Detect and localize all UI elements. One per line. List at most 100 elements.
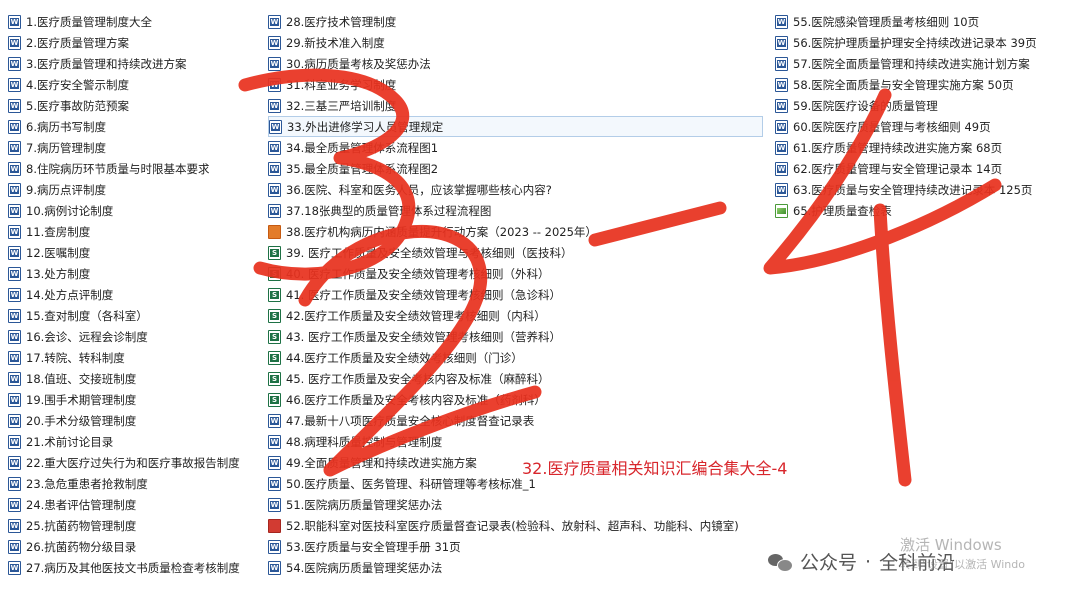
file-item[interactable]: 55.医院感染管理质量考核细则 10页 (775, 11, 1065, 32)
file-name: 24.患者评估管理制度 (26, 497, 137, 512)
file-item[interactable]: 4.医疗安全警示制度 (8, 74, 263, 95)
watermark-separator: · (865, 550, 872, 573)
file-item[interactable]: 65.护理质量查检表 (775, 200, 1065, 221)
file-item[interactable]: 23.急危重患者抢救制度 (8, 473, 263, 494)
file-item[interactable]: 36.医院、科室和医务人员，应该掌握哪些核心内容? (268, 179, 763, 200)
file-item[interactable]: 11.查房制度 (8, 221, 263, 242)
word-icon (8, 455, 21, 470)
wechat-icon (768, 552, 793, 572)
file-item[interactable]: 42.医疗工作质量及安全绩效管理考核细则（内科） (268, 305, 763, 326)
file-item[interactable]: 16.会诊、远程会诊制度 (8, 326, 263, 347)
file-item[interactable]: 30.病历质量考核及奖惩办法 (268, 53, 763, 74)
file-item[interactable]: 19.围手术期管理制度 (8, 389, 263, 410)
file-name: 51.医院病历质量管理奖惩办法 (286, 497, 443, 512)
excel-icon (268, 371, 281, 386)
file-item[interactable]: 38.医疗机构病历内涵质量提升行动方案（2023 -- 2025年） (268, 221, 763, 242)
file-name: 1.医疗质量管理制度大全 (26, 14, 152, 29)
file-item[interactable]: 12.医嘱制度 (8, 242, 263, 263)
file-item[interactable]: 25.抗菌药物管理制度 (8, 515, 263, 536)
file-item[interactable]: 62.医疗质量管理与安全管理记录本 14页 (775, 158, 1065, 179)
file-name: 14.处方点评制度 (26, 287, 114, 302)
file-item[interactable]: 61.医疗质量管理持续改进实施方案 68页 (775, 137, 1065, 158)
file-item[interactable]: 21.术前讨论目录 (8, 431, 263, 452)
file-item[interactable]: 54.医院病历质量管理奖惩办法 (268, 557, 763, 578)
file-item[interactable]: 44.医疗工作质量及安全绩效考核细则（门诊） (268, 347, 763, 368)
file-item[interactable]: 47.最新十八项医疗质量安全核心制度督查记录表 (268, 410, 763, 431)
file-item[interactable]: 51.医院病历质量管理奖惩办法 (268, 494, 763, 515)
file-item[interactable]: 2.医疗质量管理方案 (8, 32, 263, 53)
file-item[interactable]: 60.医院医疗质量管理与考核细则 49页 (775, 116, 1065, 137)
file-item[interactable]: 24.患者评估管理制度 (8, 494, 263, 515)
file-item[interactable]: 63.医疗质量与安全管理持续改进记录本 125页 (775, 179, 1065, 200)
file-item[interactable]: 48.病理科质量控制与管理制度 (268, 431, 763, 452)
word-icon (268, 413, 281, 428)
file-name: 17.转院、转科制度 (26, 350, 125, 365)
file-item[interactable]: 35.最全质量管理体系流程图2 (268, 158, 763, 179)
file-item[interactable]: 45. 医疗工作质量及安全考核内容及标准（麻醉科） (268, 368, 763, 389)
word-icon (8, 539, 21, 554)
file-item[interactable]: 39. 医疗工作质量及安全绩效管理与考核细则（医技科） (268, 242, 763, 263)
file-item[interactable]: 1.医疗质量管理制度大全 (8, 11, 263, 32)
word-icon (268, 98, 281, 113)
file-item[interactable]: 27.病历及其他医技文书质量检查考核制度 (8, 557, 263, 578)
file-item[interactable]: 26.抗菌药物分级目录 (8, 536, 263, 557)
file-item[interactable]: 29.新技术准入制度 (268, 32, 763, 53)
file-item[interactable]: 53.医疗质量与安全管理手册 31页 (268, 536, 763, 557)
file-item[interactable]: 32.三基三严培训制度 (268, 95, 763, 116)
file-item[interactable]: 5.医疗事故防范预案 (8, 95, 263, 116)
file-item[interactable]: 10.病例讨论制度 (8, 200, 263, 221)
word-icon (268, 77, 281, 92)
file-item[interactable]: 37.18张典型的质量管理体系过程流程图 (268, 200, 763, 221)
file-name: 25.抗菌药物管理制度 (26, 518, 137, 533)
file-item[interactable]: 8.住院病历环节质量与时限基本要求 (8, 158, 263, 179)
file-name: 31.科室业务学习制度 (286, 77, 397, 92)
file-item[interactable]: 43. 医疗工作质量及安全绩效管理考核细则（营养科） (268, 326, 763, 347)
file-item[interactable]: 7.病历管理制度 (8, 137, 263, 158)
file-item[interactable]: 34.最全质量管理体系流程图1 (268, 137, 763, 158)
file-name: 33.外出进修学习人员管理规定 (287, 119, 444, 134)
file-item[interactable]: 57.医院全面质量管理和持续改进实施计划方案 (775, 53, 1065, 74)
word-icon (268, 203, 281, 218)
file-name: 55.医院感染管理质量考核细则 10页 (793, 14, 980, 29)
word-icon (268, 476, 281, 491)
file-item[interactable]: 15.查对制度（各科室） (8, 305, 263, 326)
file-name: 22.重大医疗过失行为和医疗事故报告制度 (26, 455, 240, 470)
file-item[interactable]: 46.医疗工作质量及安全考核内容及标准（药剂科） (268, 389, 763, 410)
file-item[interactable]: 9.病历点评制度 (8, 179, 263, 200)
file-name: 58.医院全面质量与安全管理实施方案 50页 (793, 77, 1014, 92)
file-name: 47.最新十八项医疗质量安全核心制度督查记录表 (286, 413, 535, 428)
file-name: 44.医疗工作质量及安全绩效考核细则（门诊） (286, 350, 523, 365)
file-name: 42.医疗工作质量及安全绩效管理考核细则（内科） (286, 308, 546, 323)
file-name: 8.住院病历环节质量与时限基本要求 (26, 161, 210, 176)
file-name: 39. 医疗工作质量及安全绩效管理与考核细则（医技科） (286, 245, 573, 260)
word-icon (268, 182, 281, 197)
file-item[interactable]: 58.医院全面质量与安全管理实施方案 50页 (775, 74, 1065, 95)
word-icon (8, 497, 21, 512)
file-item[interactable]: 17.转院、转科制度 (8, 347, 263, 368)
file-name: 57.医院全面质量管理和持续改进实施计划方案 (793, 56, 1030, 71)
file-item[interactable]: 13.处方制度 (8, 263, 263, 284)
file-name: 5.医疗事故防范预案 (26, 98, 129, 113)
collection-caption: 32.医疗质量相关知识汇编合集大全-4 (522, 459, 788, 478)
file-name: 15.查对制度（各科室） (26, 308, 148, 323)
file-item[interactable]: 14.处方点评制度 (8, 284, 263, 305)
file-name: 48.病理科质量控制与管理制度 (286, 434, 443, 449)
file-item[interactable]: 59.医院医疗设备的质量管理 (775, 95, 1065, 116)
file-item[interactable]: 52.职能科室对医技科室医疗质量督查记录表(检验科、放射科、超声科、功能科、内镜… (268, 515, 763, 536)
file-item[interactable]: 56.医院护理质量护理安全持续改进记录本 39页 (775, 32, 1065, 53)
file-item[interactable]: 31.科室业务学习制度 (268, 74, 763, 95)
file-item[interactable]: 41. 医疗工作质量及安全绩效管理考核细则（急诊科） (268, 284, 763, 305)
word-icon (8, 224, 21, 239)
word-icon (8, 413, 21, 428)
file-item[interactable]: 6.病历书写制度 (8, 116, 263, 137)
file-item[interactable]: 28.医疗技术管理制度 (268, 11, 763, 32)
file-name: 34.最全质量管理体系流程图1 (286, 140, 439, 155)
file-item[interactable]: 18.值班、交接班制度 (8, 368, 263, 389)
file-item[interactable]: 3.医疗质量管理和持续改进方案 (8, 53, 263, 74)
file-item[interactable]: 22.重大医疗过失行为和医疗事故报告制度 (8, 452, 263, 473)
file-name: 46.医疗工作质量及安全考核内容及标准（药剂科） (286, 392, 546, 407)
file-item[interactable]: 20.手术分级管理制度 (8, 410, 263, 431)
file-item[interactable]: 40. 医疗工作质量及安全绩效管理考核细则（外科） (268, 263, 763, 284)
file-item[interactable]: 33.外出进修学习人员管理规定 (268, 116, 763, 137)
file-name: 43. 医疗工作质量及安全绩效管理考核细则（营养科） (286, 329, 561, 344)
